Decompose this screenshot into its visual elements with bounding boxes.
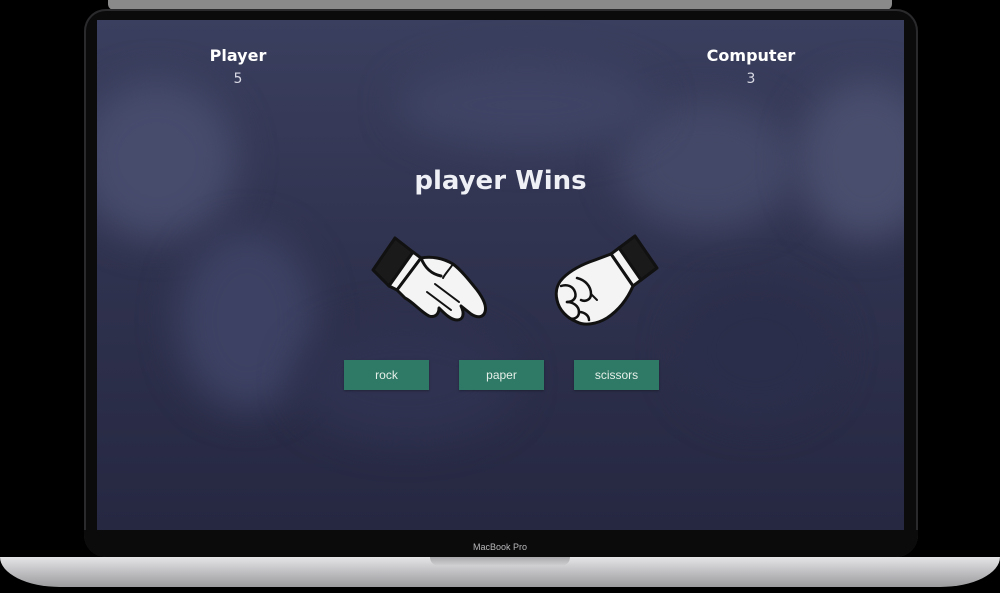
computer-score-panel: Computer 3 [691, 46, 811, 87]
player-score-panel: Player 5 [178, 46, 298, 87]
player-score: 5 [233, 71, 243, 87]
laptop-notch [430, 557, 570, 566]
paper-button[interactable]: paper [459, 360, 544, 390]
paper-hand-icon [371, 236, 487, 322]
rock-fist-icon [554, 234, 659, 326]
result-message: player Wins [414, 166, 587, 196]
game-screen: Player 5 Computer 3 player Wins rock pap… [97, 20, 904, 530]
device-label: MacBook Pro [472, 542, 528, 552]
scissors-button[interactable]: scissors [574, 360, 659, 390]
rock-button[interactable]: rock [344, 360, 429, 390]
player-label: Player [209, 46, 267, 65]
choice-buttons: rock paper scissors [344, 360, 659, 390]
computer-score: 3 [746, 71, 756, 87]
computer-label: Computer [706, 46, 796, 65]
